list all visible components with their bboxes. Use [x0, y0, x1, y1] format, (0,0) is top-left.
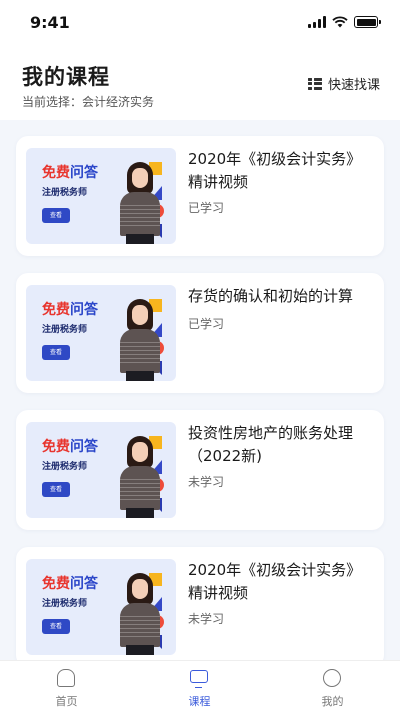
tab-course-label: 课程	[188, 695, 211, 708]
signal-icon	[308, 16, 326, 28]
quick-find-label: 快速找课	[327, 78, 380, 93]
battery-icon	[354, 16, 381, 28]
tab-course[interactable]: 课程	[133, 661, 266, 711]
course-status: 已学习	[188, 201, 225, 215]
quick-find-button[interactable]: 快速找课	[308, 74, 380, 93]
course-card[interactable]: 免费问答 注册税务师 查看 2020年《初级会计实务》精讲视频 未学习	[16, 547, 384, 660]
course-card[interactable]: 免费问答 注册税务师 查看 2020年《初级会计实务》精讲视频 已学习	[16, 136, 384, 256]
course-title: 2020年《初级会计实务》精讲视频	[188, 150, 362, 191]
page-title: 我的课程	[22, 65, 110, 89]
teacher-image	[118, 573, 162, 655]
course-thumbnail: 免费问答 注册税务师 查看	[26, 559, 176, 655]
course-card[interactable]: 免费问答 注册税务师 查看 存货的确认和初始的计算 已学习	[16, 273, 384, 393]
monitor-icon	[190, 670, 208, 688]
page-header: 我的课程 当前选择：会计经济实务 快速找课	[0, 52, 400, 118]
teacher-image	[118, 299, 162, 381]
thumb-subtitle: 注册税务师	[42, 462, 88, 472]
course-thumbnail: 免费问答 注册税务师 查看	[26, 285, 176, 381]
thumb-headline: 免费问答	[42, 302, 98, 318]
thumb-subtitle: 注册税务师	[42, 325, 88, 335]
teacher-image	[118, 162, 162, 244]
course-card[interactable]: 免费问答 注册税务师 查看 投资性房地产的账务处理（2022新) 未学习	[16, 410, 384, 530]
thumb-view-badge: 查看	[42, 208, 70, 223]
course-status: 未学习	[188, 475, 225, 489]
course-thumbnail: 免费问答 注册税务师 查看	[26, 148, 176, 244]
status-bar: 9:41	[0, 0, 400, 44]
user-icon	[323, 669, 341, 687]
home-icon	[57, 669, 75, 687]
course-title: 存货的确认和初始的计算	[188, 287, 354, 305]
tab-me-label: 我的	[321, 695, 344, 708]
course-status: 已学习	[188, 317, 225, 331]
tab-home-label: 首页	[55, 695, 78, 708]
status-icons	[308, 16, 381, 28]
status-time: 9:41	[30, 12, 70, 32]
thumb-subtitle: 注册税务师	[42, 188, 88, 198]
thumb-headline: 免费问答	[42, 576, 98, 592]
thumb-view-badge: 查看	[42, 619, 70, 634]
tab-home[interactable]: 首页	[0, 661, 133, 711]
thumb-subtitle: 注册税务师	[42, 599, 88, 609]
wifi-icon	[332, 16, 348, 28]
thumb-headline: 免费问答	[42, 439, 98, 455]
course-list: 免费问答 注册税务师 查看 2020年《初级会计实务》精讲视频 已学习 免费问答…	[0, 120, 400, 660]
list-icon	[308, 77, 322, 90]
teacher-image	[118, 436, 162, 518]
current-selection[interactable]: 当前选择：会计经济实务	[22, 93, 154, 110]
course-title: 投资性房地产的账务处理（2022新)	[188, 424, 354, 465]
thumb-headline: 免费问答	[42, 165, 98, 181]
thumb-view-badge: 查看	[42, 345, 70, 360]
course-status: 未学习	[188, 612, 225, 626]
thumb-view-badge: 查看	[42, 482, 70, 497]
tab-bar: 首页 课程 我的	[0, 660, 400, 711]
course-thumbnail: 免费问答 注册税务师 查看	[26, 422, 176, 518]
course-title: 2020年《初级会计实务》精讲视频	[188, 561, 362, 602]
tab-me[interactable]: 我的	[266, 661, 399, 711]
